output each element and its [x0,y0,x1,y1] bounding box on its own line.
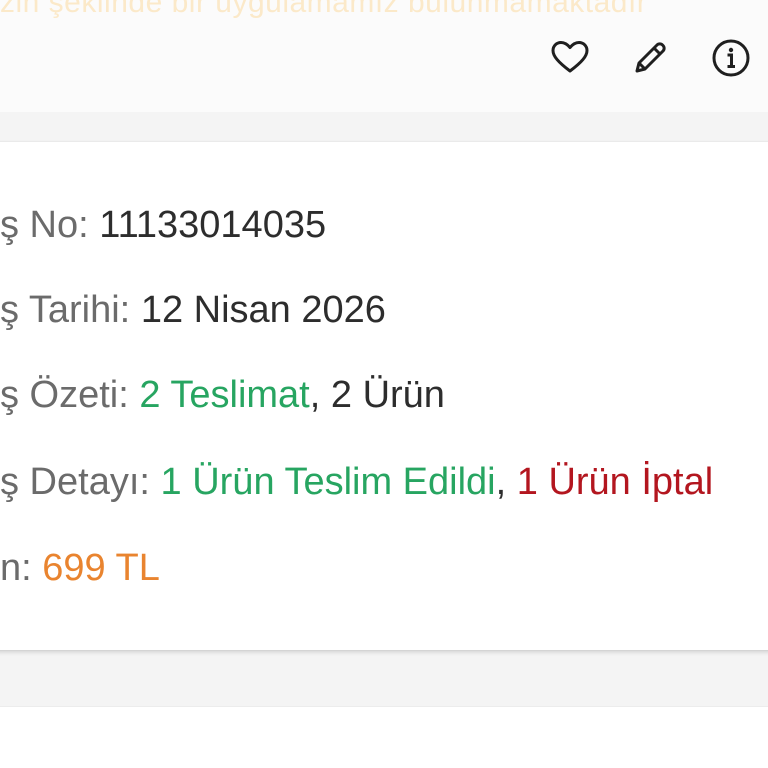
info-button[interactable] [711,38,751,78]
order-detail-screen: zin şeklinde bir uygulamamız bulunmamakt… [0,0,768,768]
order-detail-row: ş Detayı: 1 Ürün Teslim Edildi, 1 Ürün İ… [0,459,713,505]
order-number-row: ş No: 11133014035 [0,202,326,248]
summary-separator: , [309,374,321,416]
item-count: 2 Ürün [330,374,445,416]
order-total-value: 699 TL [42,547,160,589]
order-number-value: 11133014035 [99,204,327,246]
edit-button[interactable] [630,38,670,78]
favorite-button[interactable] [550,38,590,78]
order-total-row: n: 699 TL [0,545,160,591]
detail-separator: , [495,461,507,503]
order-summary-row: ş Özeti: 2 Teslimat, 2 Ürün [0,372,445,418]
order-total-label: n: [0,547,32,589]
delivery-count-link[interactable]: 2 Teslimat [139,374,309,416]
next-card-edge [0,706,768,768]
cancelled-status: 1 Ürün İptal [516,461,714,503]
order-summary-label: ş Özeti: [0,374,129,416]
order-number-label: ş No: [0,204,89,246]
info-icon [712,39,750,77]
delivered-status: 1 Ürün Teslim Edildi [160,461,496,503]
top-bar: zin şeklinde bir uygulamamız bulunmamakt… [0,0,768,112]
order-detail-label: ş Detayı: [0,461,150,503]
order-date-label: ş Tarihi: [0,289,131,331]
heart-icon [551,41,589,73]
notice-banner-text: zin şeklinde bir uygulamamız bulunmamakt… [0,0,648,19]
order-date-value: 12 Nisan 2026 [140,289,386,331]
order-date-row: ş Tarihi: 12 Nisan 2026 [0,287,386,333]
pencil-icon [635,42,666,73]
